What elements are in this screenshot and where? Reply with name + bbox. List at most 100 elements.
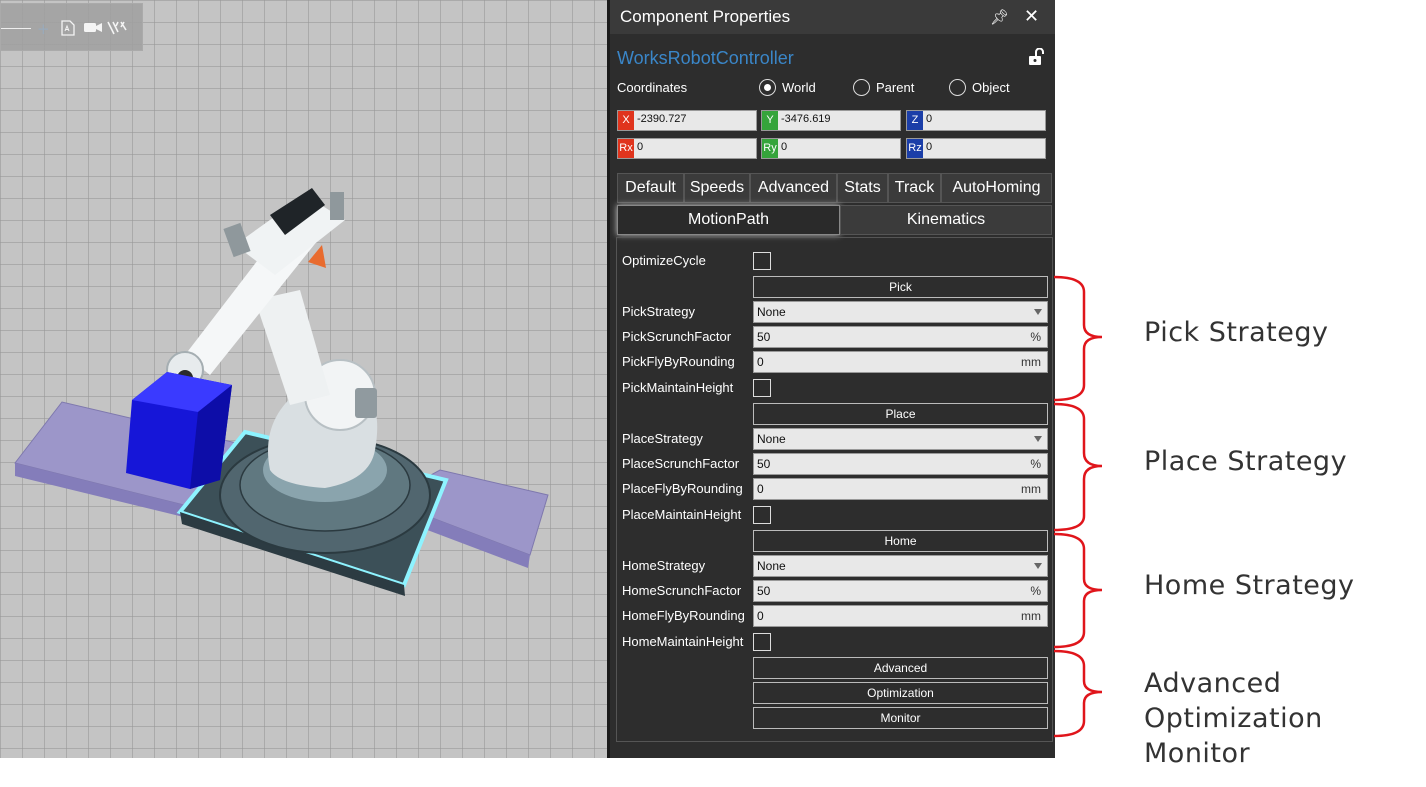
motionpath-properties: OptimizeCycle Pick PickStrategy None Pic… <box>616 237 1053 742</box>
y-coordinate-field[interactable]: Y -3476.619 <box>761 110 901 131</box>
mm-unit: mm <box>1021 355 1041 369</box>
radio-world[interactable]: World <box>759 79 816 96</box>
pick-flyby-field[interactable]: 0 mm <box>753 351 1048 373</box>
home-strategy-label: HomeStrategy <box>622 558 706 573</box>
pick-scrunch-field[interactable]: 50 % <box>753 326 1048 348</box>
z-value: 0 <box>926 113 933 125</box>
3d-viewport[interactable]: + <box>0 0 607 758</box>
rx-value: 0 <box>637 141 644 153</box>
place-scrunch-value: 50 <box>757 457 771 471</box>
home-strategy-value: None <box>757 559 786 573</box>
ry-tag: Ry <box>762 139 778 158</box>
ry-value: 0 <box>781 141 788 153</box>
pick-strategy-label: PickStrategy <box>622 304 695 319</box>
tab-motionpath[interactable]: MotionPath <box>617 205 840 235</box>
optimize-cycle-label: OptimizeCycle <box>622 253 706 268</box>
percent-unit: % <box>1030 330 1041 344</box>
home-maintain-label: HomeMaintainHeight <box>622 634 744 649</box>
place-strategy-annotation: Place Strategy <box>1144 446 1348 477</box>
home-flyby-value: 0 <box>757 609 764 623</box>
radio-parent[interactable]: Parent <box>853 79 914 96</box>
home-scrunch-field[interactable]: 50 % <box>753 580 1048 602</box>
z-coordinate-field[interactable]: Z 0 <box>906 110 1046 131</box>
radio-label: Parent <box>876 80 915 95</box>
component-properties-panel: Component Properties 📌︎ ✕ WorksRobotCont… <box>610 0 1055 758</box>
percent-unit: % <box>1030 584 1041 598</box>
x-tag: X <box>618 111 634 130</box>
home-flyby-field[interactable]: 0 mm <box>753 605 1048 627</box>
home-strategy-select[interactable]: None <box>753 555 1048 577</box>
pin-icon[interactable]: 📌︎ <box>990 8 1009 26</box>
place-flyby-field[interactable]: 0 mm <box>753 478 1048 500</box>
radio-indicator <box>853 79 870 96</box>
chevron-down-icon <box>1034 563 1042 569</box>
advanced-bracket <box>1053 649 1103 738</box>
optimization-annotation: Optimization <box>1144 703 1323 734</box>
y-tag: Y <box>762 111 778 130</box>
place-maintain-label: PlaceMaintainHeight <box>622 507 742 522</box>
tab-track[interactable]: Track <box>888 173 941 203</box>
y-value: -3476.619 <box>781 113 831 125</box>
place-strategy-value: None <box>757 432 786 446</box>
radio-indicator <box>949 79 966 96</box>
tab-advanced[interactable]: Advanced <box>750 173 837 203</box>
place-strategy-select[interactable]: None <box>753 428 1048 450</box>
panel-title: Component Properties <box>620 7 791 26</box>
place-maintain-checkbox[interactable] <box>753 506 771 524</box>
advanced-annotation: Advanced <box>1144 668 1282 699</box>
radio-indicator <box>759 79 776 96</box>
tab-autohoming[interactable]: AutoHoming <box>941 173 1052 203</box>
chevron-down-icon <box>1034 436 1042 442</box>
home-bracket <box>1053 532 1103 649</box>
place-scrunch-label: PlaceScrunchFactor <box>622 456 740 471</box>
component-name: WorksRobotController <box>617 48 794 68</box>
percent-unit: % <box>1030 457 1041 471</box>
home-scrunch-value: 50 <box>757 584 771 598</box>
mm-unit: mm <box>1021 482 1041 496</box>
optimize-cycle-checkbox[interactable] <box>753 252 771 270</box>
optimization-button[interactable]: Optimization <box>753 682 1048 704</box>
place-flyby-label: PlaceFlyByRounding <box>622 481 743 496</box>
x-value: -2390.727 <box>637 113 687 125</box>
annotation-brackets <box>1053 275 1103 738</box>
advanced-button[interactable]: Advanced <box>753 657 1048 679</box>
rx-coordinate-field[interactable]: Rx 0 <box>617 138 757 159</box>
rz-value: 0 <box>926 141 933 153</box>
close-icon[interactable]: ✕ <box>1024 6 1039 27</box>
place-scrunch-field[interactable]: 50 % <box>753 453 1048 475</box>
place-button[interactable]: Place <box>753 403 1048 425</box>
pick-scrunch-label: PickScrunchFactor <box>622 329 732 344</box>
robot-lower-arm <box>255 290 330 405</box>
x-coordinate-field[interactable]: X -2390.727 <box>617 110 757 131</box>
unlock-icon[interactable] <box>1028 47 1044 71</box>
panel-header: Component Properties 📌︎ ✕ <box>610 0 1055 34</box>
z-tag: Z <box>907 111 923 130</box>
chevron-down-icon <box>1034 309 1042 315</box>
home-flyby-label: HomeFlyByRounding <box>622 608 745 623</box>
ry-coordinate-field[interactable]: Ry 0 <box>761 138 901 159</box>
radio-label: World <box>782 80 816 95</box>
radio-object[interactable]: Object <box>949 79 1010 96</box>
screenshot-root: + Component Properties 📌︎ ✕ WorksRobotCo… <box>0 0 1426 787</box>
pick-button[interactable]: Pick <box>753 276 1048 298</box>
tab-default[interactable]: Default <box>617 173 684 203</box>
monitor-button[interactable]: Monitor <box>753 707 1048 729</box>
pick-maintain-label: PickMaintainHeight <box>622 380 734 395</box>
pick-maintain-checkbox[interactable] <box>753 379 771 397</box>
place-flyby-value: 0 <box>757 482 764 496</box>
coordinates-label: Coordinates <box>617 80 688 95</box>
pick-flyby-label: PickFlyByRounding <box>622 354 735 369</box>
home-maintain-checkbox[interactable] <box>753 633 771 651</box>
mm-unit: mm <box>1021 609 1041 623</box>
place-strategy-label: PlaceStrategy <box>622 431 703 446</box>
tab-stats[interactable]: Stats <box>837 173 888 203</box>
tab-speeds[interactable]: Speeds <box>684 173 750 203</box>
rz-coordinate-field[interactable]: Rz 0 <box>906 138 1046 159</box>
robot-scene <box>14 188 549 596</box>
rx-tag: Rx <box>618 139 634 158</box>
tab-kinematics[interactable]: Kinematics <box>840 205 1052 235</box>
home-button[interactable]: Home <box>753 530 1048 552</box>
pick-strategy-select[interactable]: None <box>753 301 1048 323</box>
pick-strategy-value: None <box>757 305 786 319</box>
rz-tag: Rz <box>907 139 923 158</box>
